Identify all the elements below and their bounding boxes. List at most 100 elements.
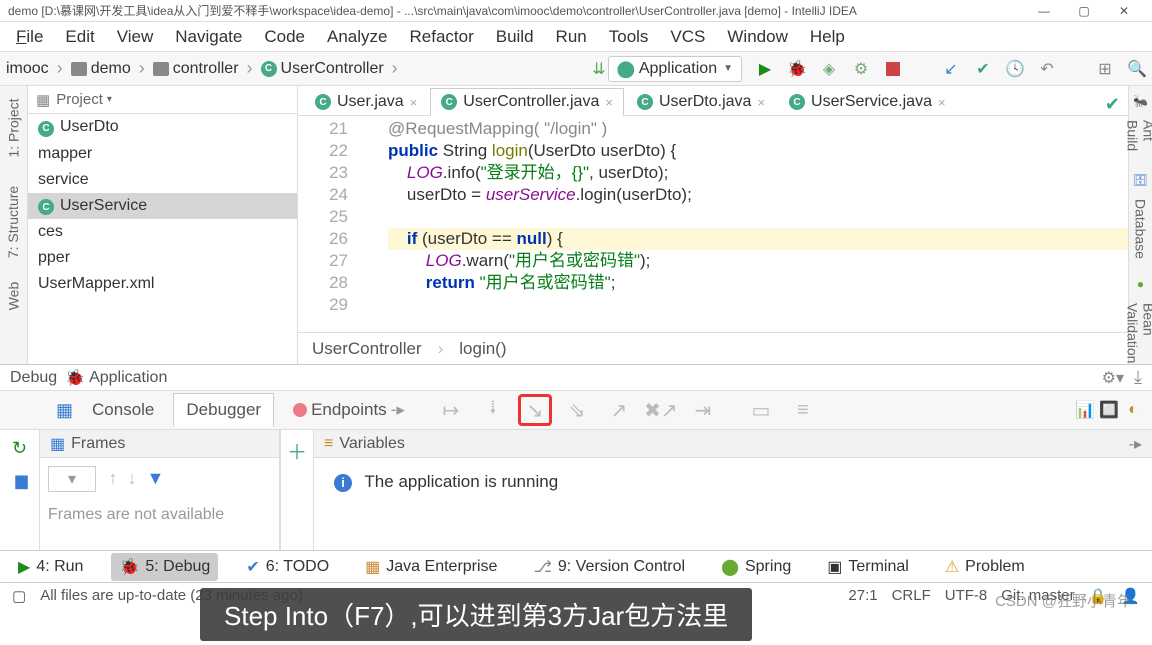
tab-java-enterprise[interactable]: ▦Java Enterprise	[357, 553, 505, 581]
database-icon[interactable]: 🗄	[1133, 173, 1148, 187]
run-to-cursor-button[interactable]: ⇥	[686, 394, 720, 426]
menu-vcs[interactable]: VCS	[660, 25, 715, 49]
evaluate-expression-button[interactable]: ▭	[744, 394, 778, 426]
project-tool-tab[interactable]: 1: Project	[6, 98, 22, 157]
menu-help[interactable]: Help	[800, 25, 855, 49]
close-icon[interactable]: ×	[938, 95, 946, 110]
status-icon[interactable]: ▢	[12, 587, 26, 605]
menu-build[interactable]: Build	[486, 25, 544, 49]
maximize-button[interactable]: ▢	[1064, 4, 1104, 18]
status-position[interactable]: 27:1	[848, 587, 877, 604]
database-tool-tab[interactable]: Database	[1133, 199, 1149, 259]
run-button[interactable]: ▶	[756, 60, 774, 78]
step-out-button[interactable]: ↗	[602, 394, 636, 426]
close-button[interactable]: ✕	[1104, 4, 1144, 18]
download-icon[interactable]: ⤓	[1134, 367, 1142, 388]
search-icon[interactable]: 🔍	[1128, 60, 1146, 78]
tree-item-service[interactable]: service	[28, 167, 297, 193]
tab-endpoints[interactable]: Endpoints -▸	[280, 393, 418, 427]
crumb-class[interactable]: UserController	[312, 339, 422, 359]
close-icon[interactable]: ×	[605, 95, 613, 110]
editor-breadcrumb[interactable]: UserController › login()	[298, 332, 1128, 364]
menu-analyze[interactable]: Analyze	[317, 25, 397, 49]
bean-validation-tab[interactable]: Bean Validation	[1125, 303, 1152, 364]
menu-run[interactable]: Run	[546, 25, 597, 49]
status-line-sep[interactable]: CRLF	[892, 587, 931, 604]
revert-icon[interactable]: ↶	[1038, 60, 1056, 78]
tab-userservice-java[interactable]: CUserService.java×	[778, 88, 957, 115]
tab-usercontroller-java[interactable]: CUserController.java×	[430, 88, 624, 116]
web-tool-tab[interactable]: Web	[6, 282, 22, 311]
step-into-button[interactable]: ↘	[518, 394, 552, 426]
tab-terminal[interactable]: ▣Terminal	[819, 553, 917, 581]
gauge-icon[interactable]: ◐	[1124, 401, 1142, 419]
collapse-icon[interactable]: -▸	[1129, 434, 1142, 454]
code-editor[interactable]: 212223242526272829 @RequestMapping( "/lo…	[298, 116, 1128, 332]
drop-frame-button[interactable]: ✖↗	[644, 394, 678, 426]
breadcrumb[interactable]: imooc › demo › controller › C UserContro…	[6, 58, 402, 79]
tree-item-userdto[interactable]: CUserDto	[28, 114, 297, 141]
debug-panel-header[interactable]: Debug 🐞 Application ⚙▾ ⤓	[0, 364, 1152, 390]
tree-item-usermapper[interactable]: UserMapper.xml	[28, 271, 297, 297]
close-icon[interactable]: ×	[757, 95, 765, 110]
structure-icon[interactable]: ⊞	[1096, 60, 1114, 78]
tab-version-control[interactable]: ⎇9: Version Control	[525, 553, 693, 581]
menu-code[interactable]: Code	[254, 25, 315, 49]
minimize-button[interactable]: —	[1024, 4, 1064, 18]
stop-button[interactable]	[884, 60, 902, 78]
structure-tool-tab[interactable]: 7: Structure	[6, 186, 22, 258]
tab-user-java[interactable]: CUser.java×	[304, 88, 428, 115]
menu-edit[interactable]: Edit	[55, 25, 104, 49]
up-arrow-icon[interactable]: ↑	[108, 468, 117, 489]
tree-item-mapper[interactable]: mapper	[28, 141, 297, 167]
status-encoding[interactable]: UTF-8	[945, 587, 988, 604]
trace-button[interactable]: ≡	[786, 394, 820, 426]
tab-todo[interactable]: ✔6: TODO	[238, 553, 337, 581]
run-config-dropdown[interactable]: ⬤ Application ▼	[608, 56, 742, 82]
console-layout-icon[interactable]: ▦	[56, 400, 73, 421]
menu-tools[interactable]: Tools	[599, 25, 659, 49]
tab-debug[interactable]: 🐞5: Debug	[111, 553, 218, 581]
tab-console[interactable]: Console	[79, 393, 167, 427]
code-content[interactable]: @RequestMapping( "/login" ) public Strin…	[358, 116, 1128, 332]
tab-spring[interactable]: ⬤Spring	[713, 553, 799, 581]
add-watch-button[interactable]: ＋	[287, 436, 307, 465]
menu-view[interactable]: View	[107, 25, 164, 49]
build-icon[interactable]: ⇊	[590, 60, 608, 78]
crumb-controller[interactable]: controller	[173, 60, 239, 78]
filter-icon[interactable]: ▼	[146, 468, 164, 489]
bean-validation-icon[interactable]: ●	[1137, 277, 1144, 291]
close-icon[interactable]: ×	[410, 95, 418, 110]
tab-debugger[interactable]: Debugger	[173, 393, 274, 427]
project-tree[interactable]: CUserDto mapper service CUserService ces…	[28, 114, 297, 364]
profile-button[interactable]: ⚙	[852, 60, 870, 78]
history-icon[interactable]: 🕓	[1006, 60, 1024, 78]
menu-navigate[interactable]: Navigate	[165, 25, 252, 49]
coverage-button[interactable]: ◈	[820, 60, 838, 78]
force-step-into-button[interactable]: ⇘	[560, 394, 594, 426]
tree-item-pper[interactable]: pper	[28, 245, 297, 271]
debug-button[interactable]: 🐞	[788, 60, 806, 78]
crumb-demo[interactable]: demo	[91, 60, 131, 78]
gear-icon[interactable]: ⚙▾	[1102, 368, 1124, 388]
tab-problems[interactable]: ⚠Problem	[937, 553, 1033, 581]
crumb-method[interactable]: login()	[459, 339, 506, 359]
thread-dropdown[interactable]: ▾	[48, 466, 96, 492]
show-execution-point-button[interactable]: ↦	[434, 394, 468, 426]
tree-item-userservice[interactable]: CUserService	[28, 193, 297, 220]
update-vcs-icon[interactable]: ↙	[942, 60, 960, 78]
project-panel-header[interactable]: ▦ Project ▾	[28, 86, 297, 114]
settings-icon[interactable]: 🔲	[1100, 401, 1118, 419]
tab-run[interactable]: ▶4: Run	[10, 553, 91, 581]
crumb-root[interactable]: imooc	[6, 60, 49, 78]
pause-button[interactable]: ▮▮	[14, 471, 26, 492]
ant-tool-tab[interactable]: Ant Build	[1125, 120, 1152, 155]
menu-refactor[interactable]: Refactor	[399, 25, 483, 49]
tree-item-ces[interactable]: ces	[28, 219, 297, 245]
down-arrow-icon[interactable]: ↓	[127, 468, 136, 489]
commit-icon[interactable]: ✔	[974, 60, 992, 78]
crumb-class[interactable]: UserController	[281, 60, 384, 78]
memory-icon[interactable]: 📊	[1076, 401, 1094, 419]
menu-file[interactable]: FFileile	[6, 25, 53, 49]
tab-userdto-java[interactable]: CUserDto.java×	[626, 88, 776, 115]
